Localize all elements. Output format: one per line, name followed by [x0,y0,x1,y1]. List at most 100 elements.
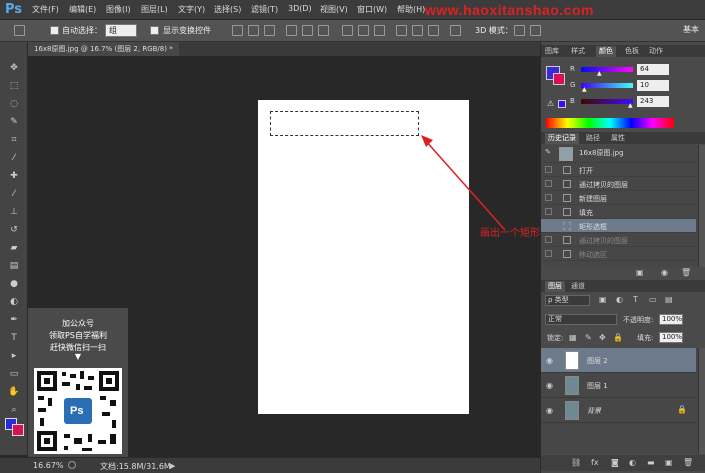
menu-select[interactable]: 选择(S) [214,4,241,15]
auto-select-checkbox[interactable] [50,26,59,35]
new-document-icon[interactable]: ▣ [636,268,644,277]
menu-help[interactable]: 帮助(H) [397,4,425,15]
web-safe-swatch[interactable] [558,100,566,108]
document-tab[interactable]: 16x8原图.jpg @ 16.7% (图层 2, RGB/8) * [28,42,179,56]
distribute-vcenter-icon[interactable] [358,25,369,36]
opacity-field[interactable]: 100% [659,314,683,325]
blur-tool-icon[interactable]: ● [7,278,21,290]
menu-window[interactable]: 窗口(W) [357,4,387,15]
link-icon[interactable]: ⛓ [571,458,581,467]
tab-library[interactable]: 图库 [545,46,559,56]
menu-view[interactable]: 视图(V) [320,4,348,15]
tab-paths[interactable]: 路径 [586,133,600,143]
auto-align-icon[interactable] [450,25,461,36]
history-item[interactable]: 打开 [541,163,696,177]
camera-icon[interactable]: ◉ [661,268,668,277]
history-item[interactable]: 新建图层 [541,191,696,205]
fill-field[interactable]: 100% [659,332,683,343]
filter-type-icon[interactable]: T [633,295,638,304]
lock-transparent-icon[interactable]: ▦ [569,333,577,342]
align-vcenter-icon[interactable] [248,25,259,36]
layer-row-1[interactable]: ◉ 图层 1 [541,373,696,398]
red-slider[interactable] [581,67,633,72]
align-top-icon[interactable] [232,25,243,36]
move-tool-icon[interactable] [14,25,25,36]
new-layer-icon[interactable]: ▣ [665,458,673,467]
rectangular-selection[interactable] [270,111,419,136]
green-slider-handle[interactable]: ▲ [582,86,587,93]
healing-brush-tool-icon[interactable]: ✚ [7,170,21,182]
quick-select-tool-icon[interactable]: ✎ [7,116,21,128]
eyedropper-tool-icon[interactable]: ⁄ [7,152,21,164]
history-item[interactable]: 通过拷贝的图层 [541,177,696,191]
history-item-selected[interactable]: 矩形选框 [541,219,696,233]
zoom-tool-icon[interactable]: ⌕ [7,404,21,416]
tab-channels[interactable]: 通道 [571,281,585,291]
layer-row-background[interactable]: ◉ 背景 🔒 [541,398,696,423]
history-item-checkbox[interactable] [545,222,552,229]
history-item[interactable]: 通过拷贝的图层 [541,233,696,247]
type-tool-icon[interactable]: T [7,332,21,344]
show-transform-checkbox[interactable] [150,26,159,35]
zoom-level[interactable]: 16.67% [33,461,64,470]
green-slider[interactable] [581,83,633,88]
mask-icon[interactable]: ◙ [611,458,619,467]
tab-color[interactable]: 颜色 [596,46,616,57]
dodge-tool-icon[interactable]: ◐ [7,296,21,308]
auto-select-target-dropdown[interactable]: 组 [105,24,137,37]
tab-styles[interactable]: 样式 [571,46,585,56]
brush-tool-icon[interactable]: ⁄ [7,188,21,200]
pen-tool-icon[interactable]: ✒ [7,314,21,326]
menu-type[interactable]: 文字(Y) [178,4,205,15]
tab-properties[interactable]: 属性 [611,133,625,143]
panel-background-swatch[interactable] [553,73,565,85]
blue-slider-handle[interactable]: ▲ [628,102,633,109]
eraser-tool-icon[interactable]: ▰ [7,242,21,254]
history-item-checkbox[interactable] [545,208,552,215]
shape-tool-icon[interactable]: ▭ [7,368,21,380]
folder-icon[interactable]: ▬ [647,458,655,467]
history-brush-tool-icon[interactable]: ↺ [7,224,21,236]
status-arrow-icon[interactable]: ▶ [170,462,175,470]
layer-name[interactable]: 图层 2 [587,356,608,366]
eye-icon[interactable]: ◉ [546,406,555,415]
tab-actions[interactable]: 动作 [649,46,663,56]
distribute-right-icon[interactable] [428,25,439,36]
menu-filter[interactable]: 滤镜(T) [251,4,278,15]
align-hcenter-icon[interactable] [302,25,313,36]
trash-icon[interactable]: 🗑 [683,458,693,467]
path-select-tool-icon[interactable]: ▸ [7,350,21,362]
layers-scrollbar[interactable] [698,348,705,454]
tab-history[interactable]: 历史记录 [545,133,579,144]
gradient-tool-icon[interactable]: ▤ [7,260,21,272]
distribute-hcenter-icon[interactable] [412,25,423,36]
hand-tool-icon[interactable]: ✋ [7,386,21,398]
layer-name[interactable]: 图层 1 [587,381,608,391]
background-color-swatch[interactable] [12,424,24,436]
lock-position-icon[interactable]: ✥ [599,333,606,342]
trash-icon[interactable]: 🗑 [681,268,691,277]
clone-stamp-tool-icon[interactable]: ⊥ [7,206,21,218]
menu-edit[interactable]: 编辑(E) [69,4,96,15]
lock-all-icon[interactable]: 🔒 [613,333,623,342]
adjustment-icon[interactable]: ◐ [629,458,636,467]
green-value-field[interactable]: 10 [637,80,669,91]
layer-row-2[interactable]: ◉ 图层 2 [541,348,696,373]
distribute-bottom-icon[interactable] [374,25,385,36]
filter-adjust-icon[interactable]: ◐ [616,295,623,304]
eye-icon[interactable]: ◉ [546,381,555,390]
blue-slider[interactable] [581,99,633,104]
menu-3d[interactable]: 3D(D) [288,4,312,13]
eye-icon[interactable]: ◉ [546,356,555,365]
history-item[interactable]: 填充 [541,205,696,219]
history-item-checkbox[interactable] [545,250,552,257]
menu-layer[interactable]: 图层(L) [141,4,168,15]
distribute-top-icon[interactable] [342,25,353,36]
info-icon[interactable] [68,461,76,469]
3d-roll-icon[interactable] [530,25,541,36]
menu-file[interactable]: 文件(F) [32,4,59,15]
history-item-checkbox[interactable] [545,194,552,201]
red-slider-handle[interactable]: ▲ [597,70,602,77]
menu-image[interactable]: 图像(I) [106,4,131,15]
filter-pixel-icon[interactable]: ▣ [599,295,607,304]
